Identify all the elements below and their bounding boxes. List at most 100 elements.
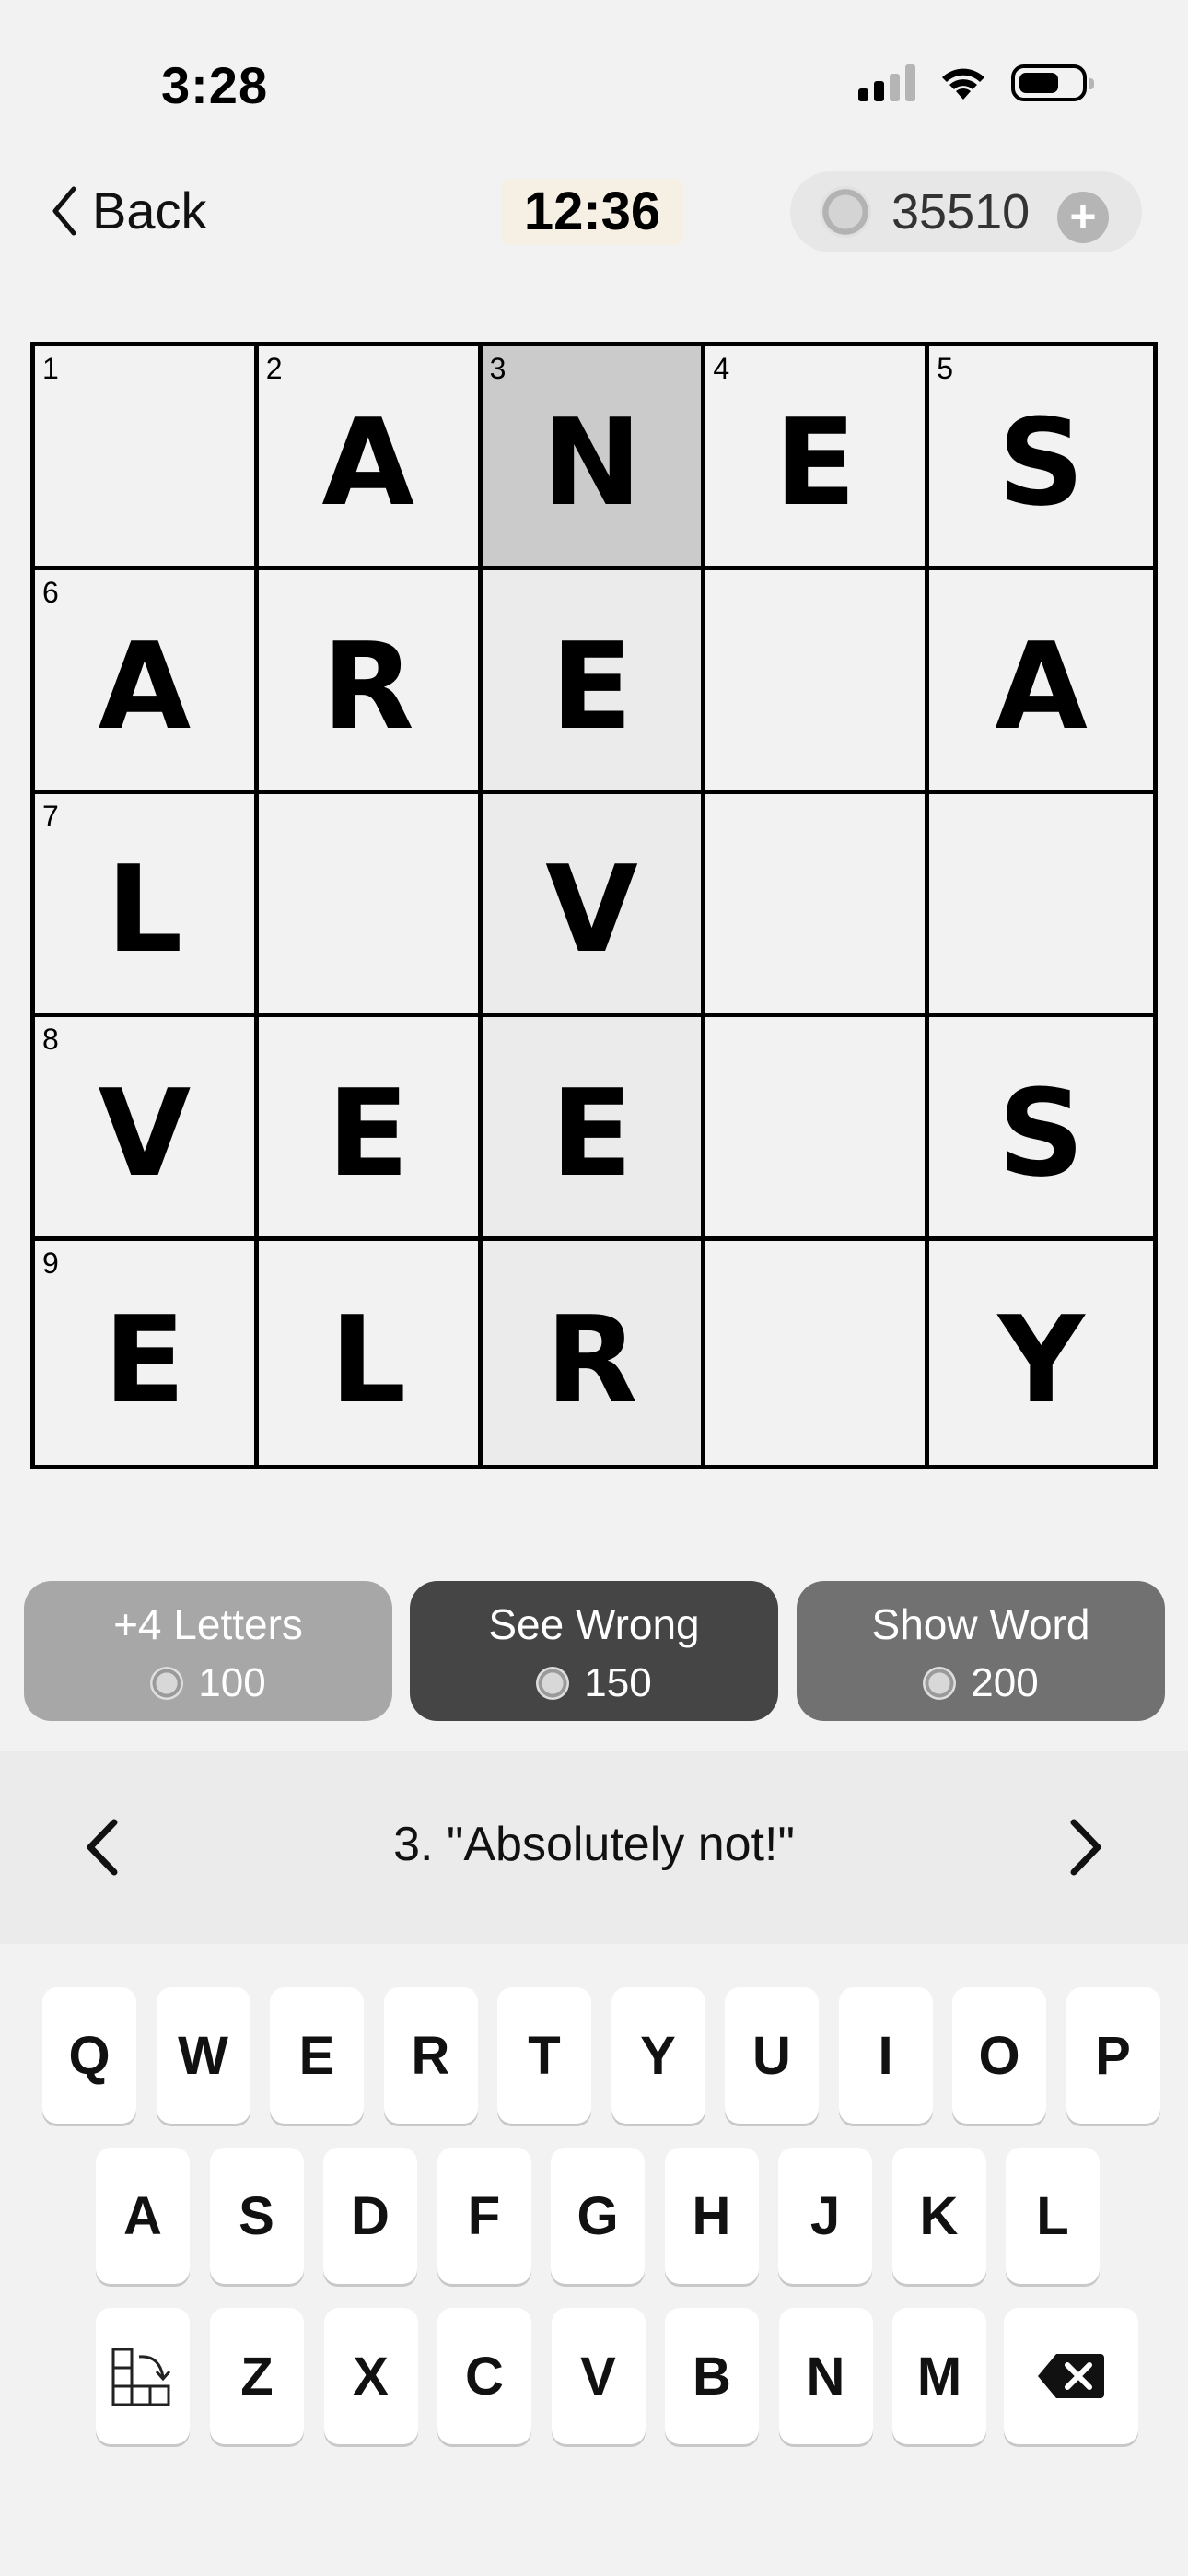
cell-letter: N: [542, 392, 642, 533]
key-e[interactable]: E: [270, 1987, 364, 2124]
cell-letter: E: [551, 615, 633, 756]
status-time: 3:28: [161, 56, 269, 114]
grid-cell[interactable]: R: [482, 1241, 706, 1465]
cell-letter: [705, 794, 925, 1013]
key-b[interactable]: B: [665, 2308, 759, 2444]
key-a[interactable]: A: [96, 2148, 190, 2284]
show-word-button[interactable]: Show Word 200: [797, 1581, 1165, 1721]
clue-bar: 3. "Absolutely not!": [0, 1751, 1188, 1944]
cell-letter: E: [103, 1289, 186, 1430]
key-s[interactable]: S: [209, 2148, 304, 2284]
grid-cell[interactable]: 5S: [929, 346, 1153, 570]
grid-cell[interactable]: Y: [929, 1241, 1153, 1465]
add-coins-button[interactable]: +: [1057, 192, 1109, 243]
grid-cell[interactable]: 8V: [35, 1017, 259, 1242]
cell-letter: Y: [997, 1289, 1085, 1430]
key-v[interactable]: V: [551, 2308, 646, 2444]
cell-letter: [35, 346, 254, 566]
key-j[interactable]: J: [778, 2148, 872, 2284]
grid-cell[interactable]: 3N: [482, 346, 706, 570]
grid-cell[interactable]: E: [482, 1017, 706, 1242]
grid-cell[interactable]: A: [929, 569, 1153, 794]
grid-cell[interactable]: 6A: [35, 569, 259, 794]
cell-letter: A: [995, 615, 1088, 756]
cell-letter: E: [327, 1063, 410, 1204]
hint-label: See Wrong: [488, 1600, 700, 1648]
hint-cost: 150: [410, 1660, 778, 1706]
cell-letter: [705, 1241, 925, 1465]
backspace-key[interactable]: [1004, 2308, 1138, 2444]
grid-cell[interactable]: [705, 1017, 930, 1242]
coin-icon: [536, 1667, 570, 1700]
cell-letter: [705, 1017, 925, 1236]
key-t[interactable]: T: [497, 1987, 591, 2124]
coin-icon: [923, 1667, 957, 1700]
chevron-left-icon: [52, 186, 76, 235]
key-c[interactable]: C: [437, 2308, 531, 2444]
key-w[interactable]: W: [156, 1987, 250, 2124]
key-y[interactable]: Y: [611, 1987, 705, 2124]
grid-cell[interactable]: E: [258, 1017, 483, 1242]
cell-letter: S: [997, 392, 1085, 533]
key-q[interactable]: Q: [42, 1987, 136, 2124]
grid-cell[interactable]: [705, 1241, 930, 1465]
back-button[interactable]: Back: [48, 181, 207, 240]
key-f[interactable]: F: [437, 2148, 531, 2284]
battery-icon: [1011, 64, 1094, 101]
see-wrong-button[interactable]: See Wrong 150: [410, 1581, 778, 1721]
grid-cell[interactable]: [705, 793, 930, 1018]
grid-cell[interactable]: 9E: [35, 1241, 259, 1465]
key-p[interactable]: P: [1066, 1987, 1160, 2124]
key-k[interactable]: K: [891, 2148, 986, 2284]
key-h[interactable]: H: [664, 2148, 759, 2284]
key-g[interactable]: G: [551, 2148, 645, 2284]
key-l[interactable]: L: [1006, 2148, 1100, 2284]
rebus-toggle-key[interactable]: [96, 2308, 190, 2444]
key-u[interactable]: U: [725, 1987, 819, 2124]
wifi-icon: [942, 68, 984, 100]
cell-letter: E: [774, 392, 856, 533]
back-label: Back: [92, 181, 207, 240]
coin-count: 35510: [891, 184, 1031, 240]
key-i[interactable]: I: [838, 1987, 933, 2124]
coin-icon: [820, 186, 871, 238]
coin-balance[interactable]: 35510 +: [790, 171, 1142, 252]
grid-cell[interactable]: 4E: [705, 346, 930, 570]
hint-label: Show Word: [871, 1600, 1090, 1648]
grid-cell[interactable]: 1: [35, 346, 259, 570]
crossword-grid: 12A3N4E5S6AREA7LV8VEES9ELRY: [30, 342, 1158, 1469]
hint-cost: 200: [797, 1660, 1165, 1706]
cell-letter: [705, 570, 925, 790]
next-clue-icon[interactable]: [1057, 1815, 1112, 1879]
plus-four-letters-button[interactable]: +4 Letters 100: [24, 1581, 392, 1721]
grid-cell[interactable]: R: [258, 569, 483, 794]
keyboard: QWERTYUIOP ASDFGHJKL ZXCVBNM: [0, 1944, 1188, 2576]
key-r[interactable]: R: [383, 1987, 478, 2124]
hint-cost-value: 100: [198, 1660, 266, 1705]
hint-label: +4 Letters: [113, 1600, 303, 1648]
key-z[interactable]: Z: [210, 2308, 304, 2444]
cell-letter: A: [98, 615, 192, 756]
key-n[interactable]: N: [778, 2308, 873, 2444]
grid-cell[interactable]: V: [482, 793, 706, 1018]
hint-cost-value: 150: [584, 1660, 652, 1705]
cell-letter: [259, 794, 478, 1013]
hint-cost-value: 200: [971, 1660, 1039, 1705]
grid-cell[interactable]: [258, 793, 483, 1018]
grid-rotate-icon: [111, 2348, 171, 2406]
grid-cell[interactable]: S: [929, 1017, 1153, 1242]
backspace-icon: [1038, 2354, 1104, 2398]
cell-letter: A: [321, 392, 414, 533]
key-d[interactable]: D: [323, 2148, 417, 2284]
key-x[interactable]: X: [323, 2308, 418, 2444]
cell-letter: V: [98, 1063, 192, 1204]
grid-cell[interactable]: [705, 569, 930, 794]
grid-cell[interactable]: [929, 793, 1153, 1018]
cellular-signal-icon: [858, 64, 915, 101]
key-o[interactable]: O: [952, 1987, 1046, 2124]
grid-cell[interactable]: L: [258, 1241, 483, 1465]
grid-cell[interactable]: E: [482, 569, 706, 794]
grid-cell[interactable]: 7L: [35, 793, 259, 1018]
grid-cell[interactable]: 2A: [258, 346, 483, 570]
key-m[interactable]: M: [892, 2308, 986, 2444]
